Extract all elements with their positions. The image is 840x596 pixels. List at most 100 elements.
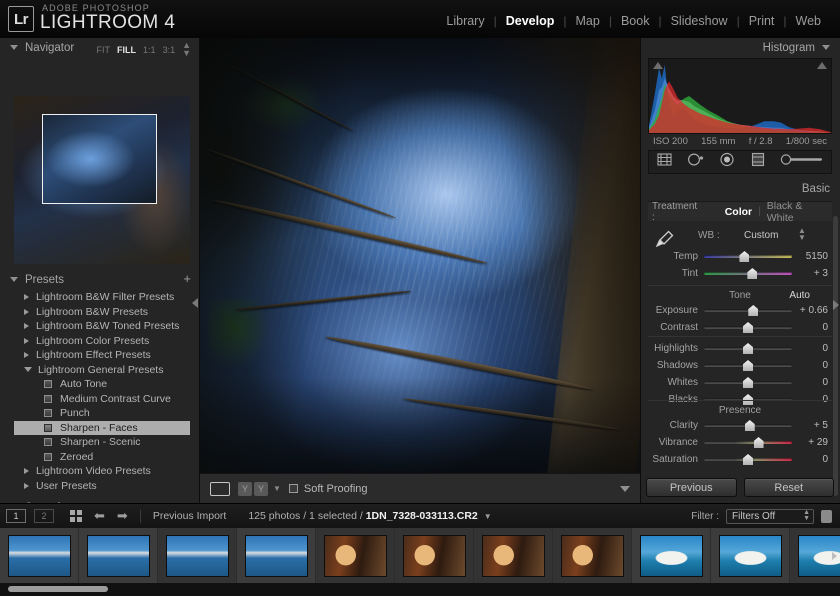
filmstrip-thumbnail[interactable] [632,528,711,583]
histogram-header[interactable]: Histogram [641,38,840,57]
slider-knob[interactable] [743,377,753,388]
filter-select[interactable]: Filters Off ▲▼ [726,509,814,524]
before-after-dropdown-icon[interactable]: ▼ [273,484,281,493]
auto-tone-button[interactable]: Auto [789,290,810,301]
image-preview-area[interactable] [200,38,640,473]
slider-knob[interactable] [743,322,753,333]
navigator-crop-rectangle[interactable] [42,114,157,204]
preset-chip-icon[interactable] [44,395,52,403]
slider-whites[interactable]: Whites0 [648,375,832,390]
navigator-zoom-11[interactable]: 1:1 [143,45,156,55]
filter-stepper-icon[interactable]: ▲▼ [803,510,810,522]
chevron-right-icon[interactable] [24,323,29,329]
previous-button[interactable]: Previous [646,478,737,497]
red-eye-correction-tool-icon[interactable] [719,152,735,172]
preset-item[interactable]: Sharpen - Faces [14,421,190,436]
spot-removal-tool-icon[interactable] [687,152,705,172]
preset-chip-icon[interactable] [44,453,52,461]
slider-track[interactable] [704,364,792,367]
slider-highlights[interactable]: Highlights0 [648,341,832,356]
basic-panel-header[interactable]: Basic [640,180,840,198]
preset-folder[interactable]: User Presets [14,479,190,494]
left-panel-collapse-arrow[interactable] [192,298,198,308]
preset-folder[interactable]: Lightroom B&W Filter Presets [14,290,190,305]
grid-view-icon[interactable] [70,510,82,522]
histogram-collapse-icon[interactable] [822,45,830,50]
highlight-clipping-icon[interactable] [817,62,827,69]
presets-collapse-icon[interactable] [10,277,18,282]
slider-track[interactable] [704,424,792,427]
filmstrip-thumbnail[interactable] [553,528,632,583]
filter-lock-icon[interactable] [821,510,832,523]
filmstrip-thumbnail[interactable] [79,528,158,583]
navigator-zoom-fill[interactable]: FILL [117,45,136,55]
filmstrip-next-icon[interactable] [832,552,837,560]
preset-chip-icon[interactable] [44,409,52,417]
preset-folder[interactable]: Lightroom Video Presets [14,464,190,479]
preset-chip-icon[interactable] [44,380,52,388]
slider-knob[interactable] [748,305,758,316]
module-develop[interactable]: Develop [497,14,564,28]
loupe-view-icon[interactable] [210,482,230,496]
slider-knob[interactable] [745,420,755,431]
slider-track[interactable] [704,381,792,384]
before-after-view-button[interactable]: Y [254,482,268,496]
slider-value[interactable]: 0 [792,377,832,388]
preset-item[interactable]: Medium Contrast Curve [14,392,190,407]
module-library[interactable]: Library [437,14,493,28]
module-print[interactable]: Print [740,14,784,28]
right-panel-collapse-arrow[interactable] [833,300,839,310]
slider-value[interactable]: + 3 [792,268,832,279]
slider-track[interactable] [704,326,792,329]
preset-item[interactable]: Auto Tone [14,377,190,392]
slider-value[interactable]: 0 [792,454,832,465]
chevron-right-icon[interactable] [24,338,29,344]
module-map[interactable]: Map [567,14,609,28]
slider-tint[interactable]: Tint+ 3 [648,266,832,281]
slider-contrast[interactable]: Contrast0 [648,320,832,335]
slider-track[interactable] [704,272,792,275]
navigator-preview[interactable] [14,96,190,264]
slider-clarity[interactable]: Clarity+ 5 [648,418,832,433]
slider-value[interactable]: + 29 [792,437,832,448]
filmstrip-thumbnail[interactable] [316,528,395,583]
chevron-right-icon[interactable] [24,483,29,489]
chevron-down-icon[interactable] [24,367,32,372]
before-after-view-button[interactable]: Y [238,482,252,496]
slider-value[interactable]: 0 [792,343,832,354]
slider-knob[interactable] [743,343,753,354]
shadow-clipping-icon[interactable] [653,62,663,69]
graduated-filter-tool-icon[interactable] [750,152,766,172]
filmstrip[interactable] [0,528,840,583]
treatment-option-blackwhite[interactable]: Black & White [767,200,832,224]
navigator-zoom-stepper-icon[interactable]: ▲▼ [182,42,191,57]
slider-track[interactable] [704,458,792,461]
screen-1-button[interactable]: 1 [6,509,26,523]
filmstrip-thumbnail[interactable] [711,528,790,583]
slider-vibrance[interactable]: Vibrance+ 29 [648,435,832,450]
navigator-collapse-icon[interactable] [10,45,18,50]
preset-chip-icon[interactable] [44,424,52,432]
preset-folder[interactable]: Lightroom B&W Presets [14,305,190,320]
slider-knob[interactable] [754,437,764,448]
slider-saturation[interactable]: Saturation0 [648,452,832,467]
module-web[interactable]: Web [787,14,830,28]
navigator-header[interactable]: Navigator FITFILL1:13:1▲▼ [0,38,199,57]
soft-proofing-checkbox[interactable] [289,484,298,493]
module-slideshow[interactable]: Slideshow [662,14,737,28]
preset-item[interactable]: Zeroed [14,450,190,465]
wb-stepper-icon[interactable]: ▲▼ [798,228,806,242]
filmstrip-thumbnail[interactable] [474,528,553,583]
preset-folder[interactable]: Lightroom Color Presets [14,334,190,349]
navigator-zoom-31[interactable]: 3:1 [163,45,176,55]
add-preset-icon[interactable]: + [183,273,191,285]
go-back-icon[interactable]: ⬅ [94,508,105,524]
preset-folder[interactable]: Lightroom B&W Toned Presets [14,319,190,334]
source-label[interactable]: Previous Import [153,510,227,522]
slider-shadows[interactable]: Shadows0 [648,358,832,373]
reset-button[interactable]: Reset [744,478,835,497]
chevron-right-icon[interactable] [24,309,29,315]
slider-knob[interactable] [739,251,749,262]
wb-value[interactable]: Custom [744,230,778,241]
slider-value[interactable]: 0 [792,322,832,333]
